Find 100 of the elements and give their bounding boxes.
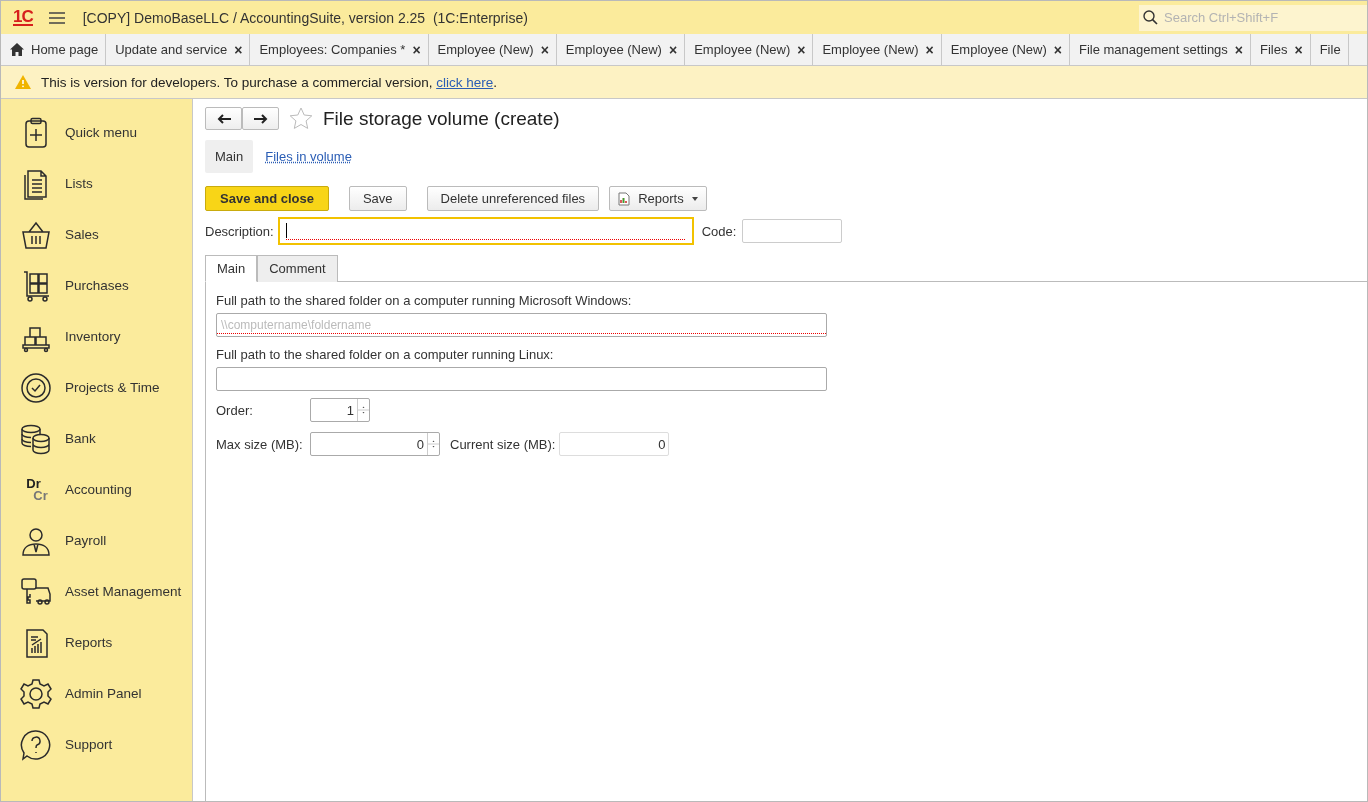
tab-label: File management settings	[1079, 42, 1228, 57]
search-box[interactable]: Search Ctrl+Shift+F	[1139, 4, 1367, 31]
spinner-icon[interactable]	[427, 433, 439, 455]
tab-label: Employee (New)	[437, 42, 534, 57]
star-icon[interactable]	[289, 107, 313, 130]
section-tab[interactable]: Main	[205, 140, 254, 173]
close-button[interactable]: ×	[1234, 41, 1244, 58]
warning-icon	[15, 75, 31, 89]
close-button[interactable]: ×	[797, 41, 806, 58]
field-label: Full path to the shared folder on a computer running Linux:	[216, 347, 555, 362]
close-button[interactable]: ×	[1053, 41, 1062, 58]
sidebar-item[interactable]: Quick menu	[1, 107, 192, 158]
sidebar-label: Sales	[65, 227, 99, 242]
sidebar-label: Lists	[65, 176, 93, 191]
tab-label: Employee (New)	[565, 42, 662, 57]
back-button[interactable]	[205, 107, 242, 130]
field-label: Current size (MB):	[450, 436, 556, 452]
tab-label: File	[1319, 42, 1341, 57]
sidebar-item[interactable]: Admin Panel	[1, 668, 192, 719]
sidebar-label: Support	[65, 737, 113, 752]
coins-icon	[20, 422, 52, 455]
report-icon	[618, 191, 631, 206]
sidebar-label: Reports	[65, 635, 113, 650]
tab[interactable]: Update and service ×	[106, 34, 251, 65]
home-icon	[10, 43, 24, 56]
code-field[interactable]	[742, 219, 843, 243]
max-size-field[interactable]: 0	[310, 432, 440, 456]
sidebar-item[interactable]: Bank	[1, 413, 192, 464]
sidebar-item[interactable]: Asset Management	[1, 566, 192, 617]
field-label: Order:	[216, 402, 254, 418]
tab[interactable]: Employee (New) ×	[685, 34, 814, 65]
sidebar-label: Accounting	[65, 482, 132, 497]
tab-label: Employee (New)	[822, 42, 919, 57]
sidebar-item[interactable]: Inventory	[1, 311, 192, 362]
tab[interactable]: File management settings ×	[1070, 34, 1252, 65]
purchase-link[interactable]: click here	[436, 74, 494, 90]
save-and-close-button[interactable]: Save and close	[205, 186, 329, 211]
windows-path-field[interactable]: \\computername\foldername	[216, 313, 827, 337]
app-logo: 1C	[13, 9, 33, 26]
current-size-field: 0	[559, 432, 670, 456]
tab[interactable]: Employee (New) ×	[556, 34, 686, 65]
sidebar-label: Bank	[65, 431, 96, 446]
sidebar-item[interactable]: Payroll	[1, 515, 192, 566]
sidebar-label: Purchases	[65, 278, 129, 293]
tab[interactable]: Employee (New) ×	[428, 34, 557, 65]
spinner-icon[interactable]	[357, 399, 369, 421]
sidebar-item[interactable]: Support	[1, 719, 192, 770]
tab[interactable]: Employee (New) ×	[813, 34, 942, 65]
toolbar-button[interactable]: Delete unreferenced files	[426, 186, 600, 211]
search-field[interactable]: Search Ctrl+Shift+F	[1162, 9, 1356, 26]
close-button[interactable]: ×	[234, 41, 243, 58]
forward-button[interactable]	[242, 107, 279, 130]
field-label: Code:	[701, 223, 737, 239]
field-label: Description:	[205, 223, 274, 239]
menu-icon[interactable]	[48, 11, 65, 24]
toolbar-button[interactable]: Save	[348, 186, 407, 211]
text-cursor	[285, 223, 287, 238]
tab-label: Employee (New)	[694, 42, 791, 57]
caret-icon	[691, 196, 698, 201]
tab-label: Home page	[31, 42, 99, 57]
tab[interactable]: Employees: Companies * ×	[250, 34, 429, 65]
window-title: [COPY] DemoBaseLLC / AccountingSuite, version 2.25 (1C:Enterprise)	[82, 9, 528, 26]
left-arrow-icon	[216, 113, 231, 124]
tab[interactable]: Home page	[1, 34, 107, 65]
sidebar-label: Admin Panel	[65, 686, 142, 701]
sidebar-label: Payroll	[65, 533, 107, 548]
field-label: Max size (MB):	[216, 436, 304, 452]
description-field[interactable]	[277, 217, 694, 245]
close-button[interactable]: ×	[412, 41, 421, 58]
tab-label: Update and service	[115, 42, 228, 57]
close-button[interactable]: ×	[925, 41, 934, 58]
reports-button[interactable]: Reports	[609, 186, 707, 211]
sidebar-item[interactable]: Projects & Time	[1, 362, 192, 413]
tab[interactable]: Main	[205, 255, 258, 282]
key-car-icon	[20, 575, 52, 608]
close-button[interactable]: ×	[668, 41, 678, 58]
clock-icon	[20, 371, 52, 404]
tab-label: Employees: Companies *	[259, 42, 406, 57]
order-field[interactable]: 1	[310, 398, 370, 422]
sidebar-item[interactable]: Dr Cr Accounting	[1, 464, 192, 515]
sidebar-item[interactable]: Purchases	[1, 260, 192, 311]
sidebar-item[interactable]: Sales	[1, 209, 192, 260]
tab-label: Files	[1260, 42, 1288, 57]
close-button[interactable]: ×	[540, 41, 549, 58]
sidebar-item[interactable]: Reports	[1, 617, 192, 668]
field-label: Full path to the shared folder on a computer running Microsoft Windows:	[216, 293, 633, 308]
search-icon[interactable]	[1143, 10, 1158, 25]
section-link[interactable]: Files in volume	[265, 149, 352, 164]
tab[interactable]: Comment	[257, 255, 338, 282]
tab[interactable]: Employee (New) ×	[941, 34, 1070, 65]
right-arrow-icon	[253, 113, 268, 124]
banner-message: This is version for developers. To purchase a commercial version, click here.	[41, 74, 497, 90]
tab[interactable]: File	[1310, 34, 1349, 65]
sidebar-label: Quick menu	[65, 125, 138, 140]
tab[interactable]: Files ×	[1251, 34, 1311, 65]
linux-path-field[interactable]	[216, 367, 827, 391]
sidebar-label: Inventory	[65, 329, 121, 344]
close-button[interactable]: ×	[1294, 41, 1303, 58]
sidebar-item[interactable]: Lists	[1, 158, 192, 209]
sidebar-label: Projects & Time	[65, 380, 160, 395]
